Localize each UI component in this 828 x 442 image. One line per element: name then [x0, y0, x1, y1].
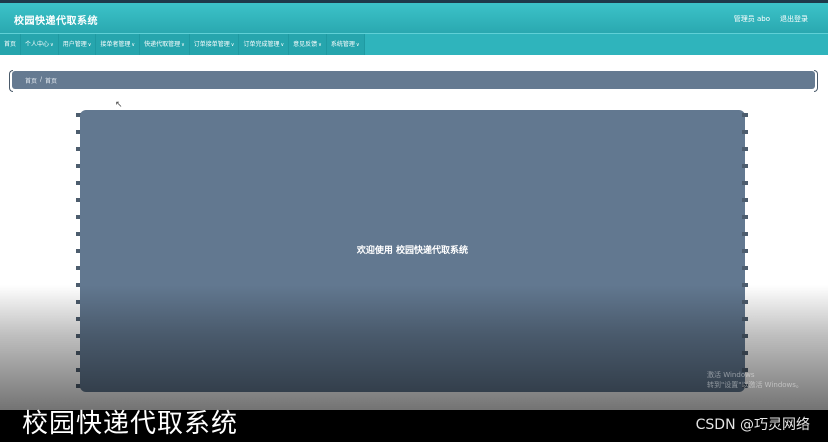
- chevron-down-icon: ∨: [355, 42, 360, 48]
- chevron-down-icon: ∨: [230, 42, 235, 48]
- chevron-down-icon: ∨: [181, 42, 185, 48]
- top-nav-bar: 首页 个人中心∨ 用户管理∨ 接单者管理∨ 快递代取管理∨ 订单接单管理∨ 订单…: [0, 33, 828, 56]
- nav-item-user-management[interactable]: 用户管理∨: [59, 34, 97, 56]
- windows-activation-watermark: 激活 Windows 转到"设置"以激活 Windows。: [707, 371, 803, 389]
- chevron-down-icon: ∨: [50, 42, 54, 48]
- nav-item-feedback[interactable]: 意见反馈∨: [289, 34, 327, 56]
- chevron-down-icon: ∨: [280, 42, 285, 48]
- nav-item-order-accept-management[interactable]: 订单接单管理∨: [190, 34, 240, 56]
- nav-item-courier-management[interactable]: 接单者管理∨: [96, 34, 141, 56]
- app-header: 校园快递代取系统 管理员 abo 退出登录: [0, 3, 828, 33]
- breadcrumb-bar: [12, 71, 815, 89]
- nav-item-home[interactable]: 首页: [0, 34, 22, 56]
- spacer: [0, 55, 828, 69]
- panel-right-edge: [742, 110, 750, 392]
- chevron-down-icon: ∨: [318, 42, 322, 48]
- chevron-down-icon: ∨: [87, 42, 92, 48]
- admin-user-link[interactable]: 管理员 abo: [734, 14, 770, 24]
- video-caption: 校园快递代取系统: [22, 409, 239, 439]
- nav-item-pickup-management[interactable]: 快递代取管理∨: [140, 34, 190, 56]
- mouse-cursor-icon: ↖: [115, 100, 123, 110]
- welcome-message: 欢迎使用 校园快递代取系统: [356, 246, 469, 256]
- logout-link[interactable]: 退出登录: [780, 14, 808, 24]
- nav-menu: 首页 个人中心∨ 用户管理∨ 接单者管理∨ 快递代取管理∨ 订单接单管理∨ 订单…: [0, 34, 365, 56]
- app-title: 校园快递代取系统: [14, 16, 98, 27]
- breadcrumb: 首页 / 首页: [25, 76, 57, 85]
- nav-item-order-complete-management[interactable]: 订单完成管理∨: [239, 34, 290, 56]
- csdn-credit: CSDN @巧灵网络: [695, 417, 810, 433]
- breadcrumb-separator: /: [40, 76, 43, 83]
- header-user-area: 管理员 abo 退出登录: [734, 14, 808, 24]
- nav-item-system-management[interactable]: 系统管理∨: [327, 34, 365, 56]
- breadcrumb-home-link[interactable]: 首页: [25, 76, 37, 85]
- breadcrumb-right-edge: [814, 70, 818, 92]
- nav-item-personal-center[interactable]: 个人中心∨: [21, 34, 59, 56]
- chevron-down-icon: ∨: [131, 42, 136, 48]
- welcome-panel: 欢迎使用 校园快递代取系统: [80, 110, 745, 392]
- breadcrumb-current: 首页: [45, 78, 58, 85]
